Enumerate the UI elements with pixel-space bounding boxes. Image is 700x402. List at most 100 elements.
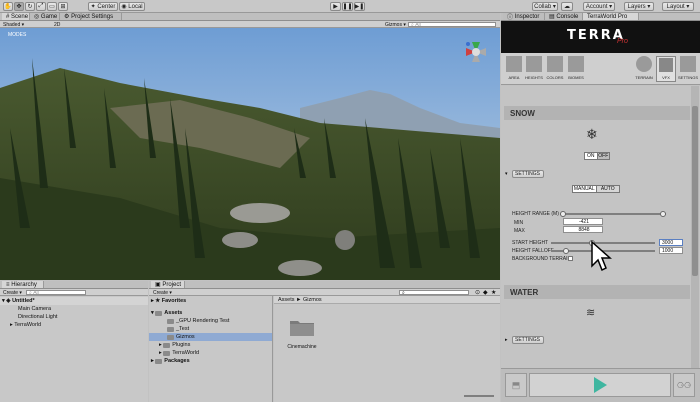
shading-mode-dropdown[interactable]: Shaded ▾ [3, 21, 24, 28]
transform-tool-button[interactable]: ⊞ [58, 2, 68, 11]
tab-terraworld[interactable]: TerraWorld Pro [583, 13, 639, 20]
scale-tool-button[interactable]: ⤢ [36, 2, 46, 11]
export-button[interactable]: ⬒ [505, 373, 527, 397]
snow-settings-foldout[interactable]: ▾ SETTINGS [505, 170, 544, 178]
project-create-dropdown[interactable]: Create ▾ [153, 289, 172, 296]
folder-icon [290, 321, 314, 336]
asset-tile[interactable]: Cinemachine [284, 318, 320, 356]
height-falloff-field[interactable]: 1000 [659, 247, 683, 254]
snow-section-header: SNOW [504, 106, 690, 120]
snow-on-button[interactable]: ON [584, 152, 598, 160]
scene-search-input[interactable]: ⌕ All [408, 22, 496, 28]
packages-row[interactable]: ▸ Packages [149, 357, 272, 365]
folder-icon [163, 342, 171, 348]
nav-biomes[interactable]: BIOMES [566, 56, 586, 82]
preview-button[interactable]: ⚆⚆ [673, 373, 695, 397]
manual-auto-toggle[interactable]: MANUAL AUTO [572, 185, 620, 193]
tab-console[interactable]: ▤ Console [545, 13, 583, 20]
nav-terrain[interactable]: TERRAIN [633, 56, 655, 82]
2d-toggle[interactable]: 2D [54, 21, 60, 28]
filter-by-type-icon[interactable]: ⊙ [475, 289, 480, 296]
folder-item[interactable]: ▸ Plugins [149, 341, 272, 349]
account-dropdown[interactable]: Account ▾ [583, 2, 615, 11]
folder-item[interactable]: _Test [149, 325, 272, 333]
hierarchy-search-input[interactable]: ⌕ All [26, 290, 86, 296]
project-content: Assets ► Gizmos Cinemachine [274, 296, 500, 402]
snow-on-off-toggle[interactable]: ON OFF [584, 152, 610, 160]
snow-off-button[interactable]: OFF [597, 152, 610, 160]
nav-heights[interactable]: HEIGHTS [524, 56, 544, 82]
start-height-field[interactable]: 3000 [659, 239, 683, 246]
collab-dropdown[interactable]: Collab ▾ [532, 2, 558, 11]
cloud-button[interactable]: ☁ [561, 2, 573, 11]
folder-icon [155, 358, 163, 364]
star-icon: ★ [155, 298, 161, 304]
terra-logo-sub: Pro [617, 38, 628, 45]
terra-action-bar: ⬒ ⚆⚆ [501, 368, 700, 402]
assets-row[interactable]: ▾ Assets [149, 309, 272, 317]
step-button[interactable]: ▶❚ [354, 2, 365, 11]
terra-header: TERRA Pro [501, 21, 700, 53]
layout-dropdown[interactable]: Layout ▾ [662, 2, 694, 11]
chevron-down-icon: ▾ [151, 310, 154, 316]
vfx-icon [659, 58, 673, 72]
local-toggle[interactable]: ◉ Local [119, 2, 145, 11]
hierarchy-scene-row[interactable]: ▾ ◈ Untitled* [0, 297, 148, 305]
move-tool-button[interactable]: ✥ [14, 2, 24, 11]
auto-button[interactable]: AUTO [596, 185, 620, 193]
max-field[interactable]: 8848 [563, 226, 603, 233]
filter-by-label-icon[interactable]: ◆ [483, 289, 488, 296]
chevron-right-icon: ▸ [10, 322, 13, 328]
water-settings-foldout[interactable]: ▸ SETTINGS [505, 336, 544, 344]
hierarchy-create-dropdown[interactable]: Create ▾ [3, 289, 22, 296]
hand-tool-button[interactable]: ✋ [3, 2, 13, 11]
pause-button[interactable]: ❚❚ [342, 2, 353, 11]
rotate-tool-button[interactable]: ↻ [25, 2, 35, 11]
play-icon [594, 377, 607, 393]
favorites-row[interactable]: ▸ ★ Favorites [149, 297, 272, 305]
scene-orientation-gizmo[interactable] [464, 40, 488, 64]
hierarchy-item[interactable]: Main Camera [0, 305, 148, 313]
snow-settings-button[interactable]: SETTINGS [511, 170, 544, 178]
chevron-down-icon: ▾ [2, 298, 5, 304]
nav-settings[interactable]: SETTINGS [677, 56, 699, 82]
chevron-down-icon: ▾ [647, 4, 651, 10]
folder-item[interactable]: _GPU Rendering Test [149, 317, 272, 325]
height-range-slider[interactable] [560, 211, 666, 217]
chevron-right-icon: ▸ [151, 358, 154, 364]
generate-button[interactable] [529, 373, 671, 397]
layers-dropdown[interactable]: Layers ▾ [624, 2, 654, 11]
tab-project-settings[interactable]: ⚙ Project Settings [60, 13, 122, 20]
hierarchy-tab-bar: ≡ Hierarchy [0, 281, 148, 289]
breadcrumb-item[interactable]: Assets [278, 297, 295, 303]
background-terrain-checkbox[interactable] [568, 256, 573, 261]
min-field[interactable]: -421 [563, 218, 603, 225]
tab-hierarchy[interactable]: ≡ Hierarchy [2, 281, 44, 288]
tab-inspector[interactable]: ⓘ Inspector [503, 13, 545, 21]
play-button[interactable]: ▶ [330, 2, 341, 11]
nav-colors[interactable]: COLORS [545, 56, 565, 82]
zoom-slider[interactable] [464, 394, 494, 398]
gizmos-dropdown[interactable]: Gizmos ▾ [385, 21, 406, 28]
gear-icon: ⚙ [64, 14, 70, 20]
hierarchy-item[interactable]: ▸ TerraWorld [0, 321, 148, 329]
tab-scene[interactable]: # Scene [2, 13, 30, 20]
folder-item[interactable]: ▸ TerraWorld [149, 349, 272, 357]
favorite-star-icon[interactable]: ★ [491, 289, 496, 296]
nav-vfx[interactable]: VFX [656, 56, 676, 82]
hierarchy-item[interactable]: Directional Light [0, 313, 148, 321]
tab-game[interactable]: ◎ Game [30, 13, 60, 20]
terra-scrollbar[interactable] [691, 86, 699, 368]
tab-project[interactable]: ▣ Project [151, 281, 185, 288]
rect-tool-button[interactable]: ▭ [47, 2, 57, 11]
project-search-input[interactable]: ⌕ [399, 290, 469, 296]
manual-button[interactable]: MANUAL [572, 185, 597, 193]
hierarchy-toolbar: Create ▾ ⌕ All [0, 289, 148, 296]
folder-item-selected[interactable]: Gizmos [149, 333, 272, 341]
nav-area[interactable]: AREA [505, 56, 523, 82]
water-settings-button[interactable]: SETTINGS [511, 336, 544, 344]
breadcrumb-item[interactable]: Gizmos [303, 297, 322, 303]
scene-viewport[interactable]: MODES [0, 28, 500, 280]
center-toggle[interactable]: ✦ Center [88, 2, 118, 11]
terrain-render [0, 28, 500, 280]
